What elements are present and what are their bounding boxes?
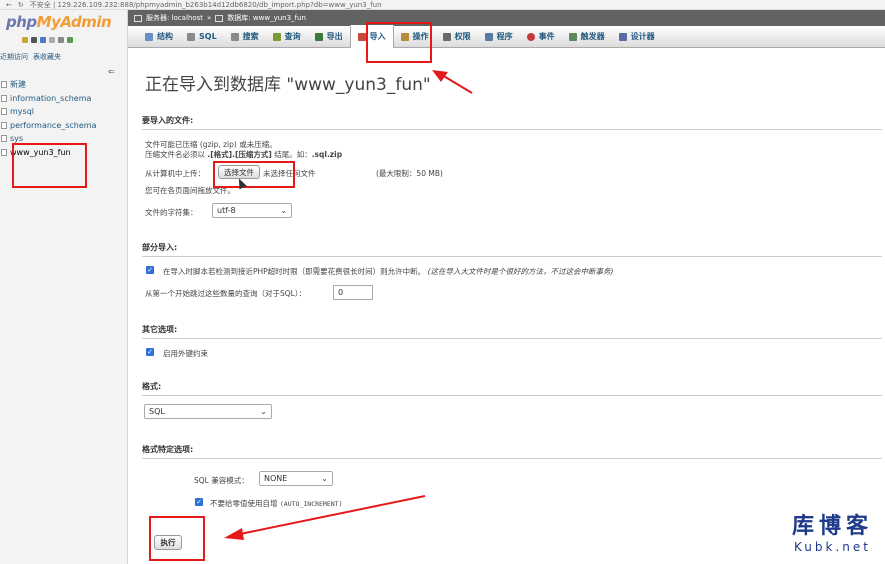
arrow-to-import-tab [441,74,473,94]
annotation-arrows [224,70,473,540]
watermark-title: 库博客 [791,514,873,539]
watermark: 库博客 Kubk.net [792,508,873,554]
watermark-site: Kubk.net [794,540,871,554]
arrow-to-go-button [239,495,426,535]
arrow-head [224,528,244,540]
